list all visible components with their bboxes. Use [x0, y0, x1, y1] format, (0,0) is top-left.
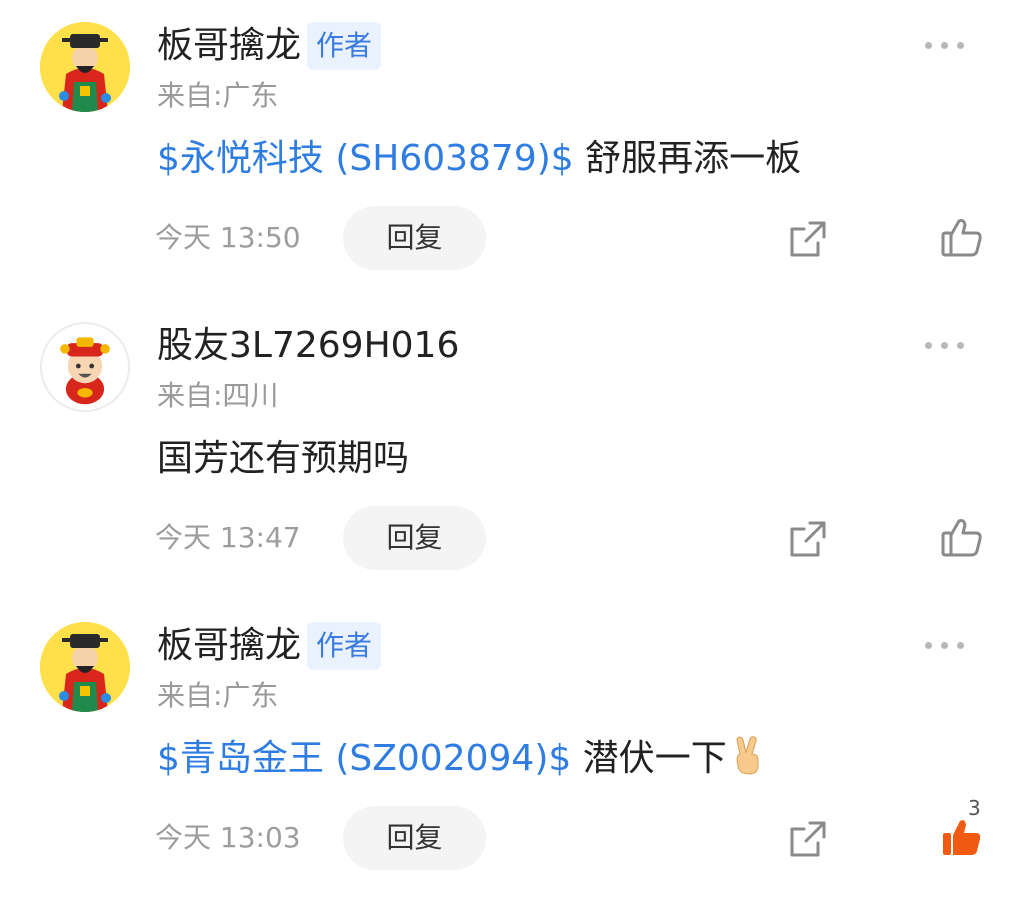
avatar[interactable] — [40, 22, 130, 112]
comment-item: 板哥擒龙 作者 来自:广东 $青岛金王 (SZ002094)$ 潜伏一下 今天 … — [0, 600, 1024, 900]
comment-text: 国芳还有预期吗 — [157, 438, 410, 479]
comment-item: 股友3L7269H016 来自:四川 国芳还有预期吗 今天 13:47 回复 — [0, 300, 1024, 600]
timestamp: 今天 13:47 — [155, 521, 301, 554]
location-label: 来自:四川 — [157, 379, 279, 412]
caishen-avatar-icon — [40, 622, 130, 712]
stock-link[interactable]: $青岛金王 (SZ002094)$ — [157, 738, 571, 779]
timestamp: 今天 13:50 — [155, 221, 301, 254]
share-icon[interactable] — [788, 519, 828, 559]
reply-button[interactable]: 回复 — [343, 206, 486, 270]
like-count: 3 — [968, 796, 981, 820]
location-label: 来自:广东 — [157, 679, 279, 712]
share-icon[interactable] — [788, 219, 828, 259]
comment-text: $永悦科技 (SH603879)$ 舒服再添一板 — [157, 134, 801, 184]
victory-hand-emoji — [736, 736, 759, 775]
author-badge: 作者 — [307, 622, 382, 670]
reply-button[interactable]: 回复 — [343, 806, 486, 870]
avatar[interactable] — [40, 622, 130, 712]
thumbs-up-icon[interactable] — [940, 515, 984, 559]
more-dots-icon[interactable] — [925, 340, 969, 350]
location-label: 来自:广东 — [157, 79, 279, 112]
stock-link[interactable]: $永悦科技 (SH603879)$ — [157, 138, 574, 179]
comment-text: $青岛金王 (SZ002094)$ 潜伏一下 — [157, 734, 765, 784]
username[interactable]: 板哥擒龙 — [157, 22, 301, 70]
avatar[interactable] — [40, 322, 130, 412]
username[interactable]: 板哥擒龙 — [157, 622, 301, 670]
share-icon[interactable] — [788, 819, 828, 859]
thumbs-up-liked-icon[interactable] — [940, 815, 984, 859]
more-dots-icon[interactable] — [925, 640, 969, 650]
thumbs-up-icon[interactable] — [940, 215, 984, 259]
timestamp: 今天 13:03 — [155, 821, 301, 854]
caishen-avatar-icon — [40, 22, 130, 112]
comment-body: 潜伏一下 — [571, 738, 727, 779]
caishen-avatar-icon — [60, 337, 110, 405]
author-badge: 作者 — [307, 22, 382, 70]
reply-button[interactable]: 回复 — [343, 506, 486, 570]
comment-body: 舒服再添一板 — [573, 138, 802, 179]
username[interactable]: 股友3L7269H016 — [157, 322, 459, 370]
more-dots-icon[interactable] — [925, 40, 969, 50]
comment-item: 板哥擒龙 作者 来自:广东 $永悦科技 (SH603879)$ 舒服再添一板 今… — [0, 0, 1024, 300]
